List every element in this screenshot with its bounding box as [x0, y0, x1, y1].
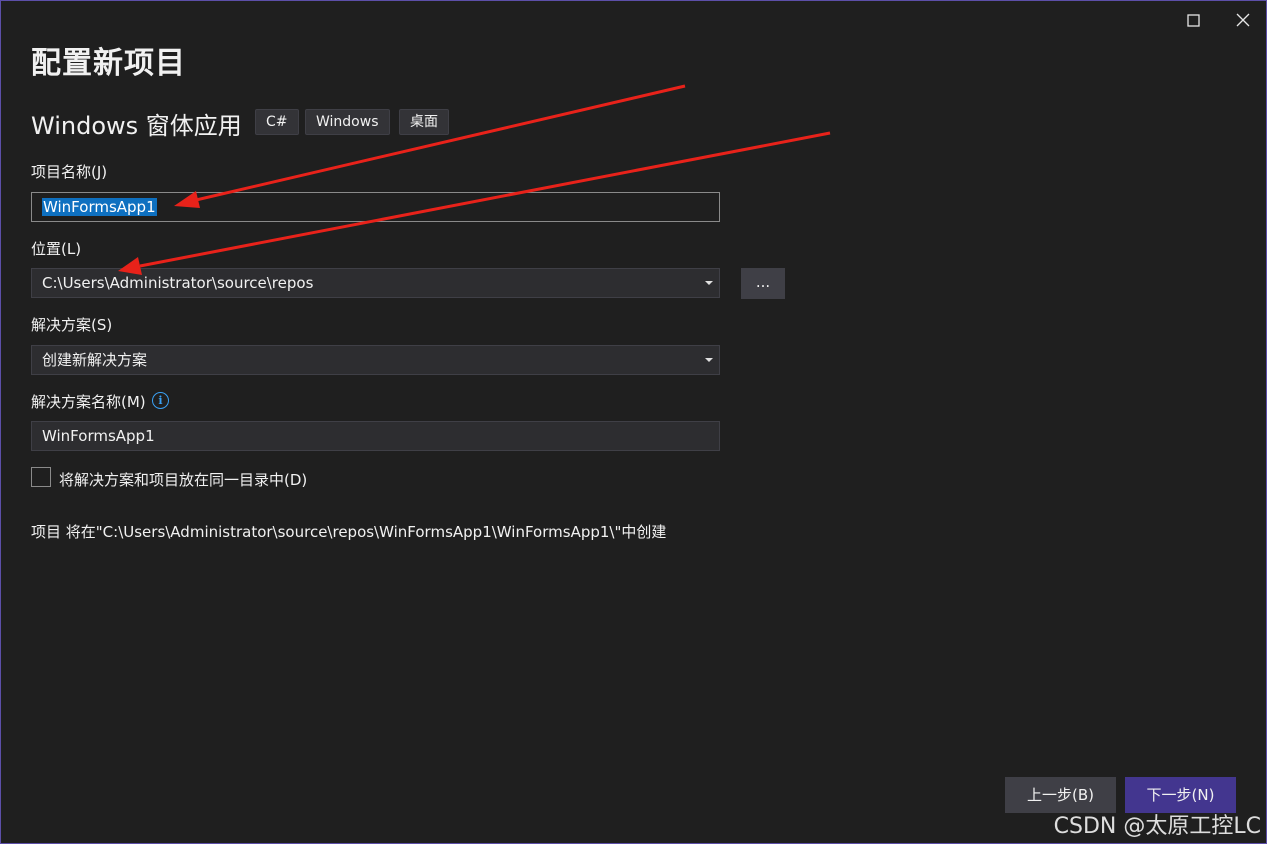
annotation-arrow-2	[118, 131, 831, 275]
watermark: CSDN @太原工控LC	[1053, 814, 1261, 839]
annotation-arrow-1	[174, 84, 686, 208]
annotation-arrows	[118, 84, 831, 275]
